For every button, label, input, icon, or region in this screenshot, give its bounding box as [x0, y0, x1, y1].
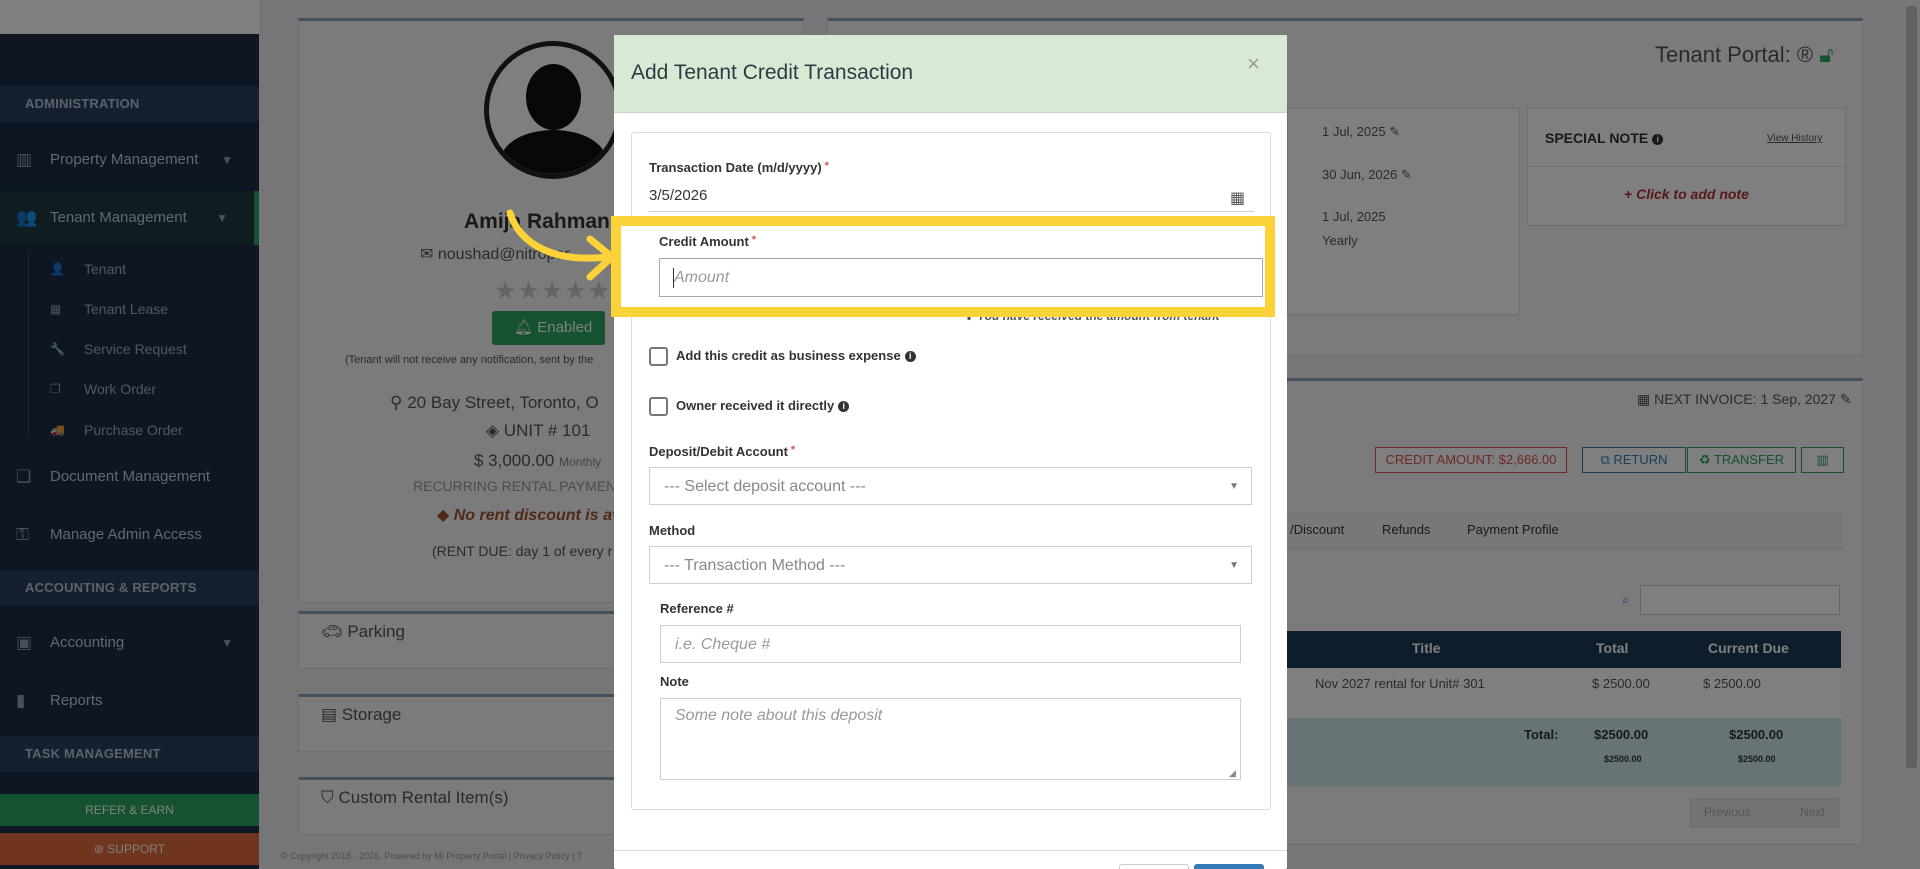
credit-label-text: Credit Amount	[659, 234, 749, 249]
save-button[interactable]	[1194, 864, 1264, 869]
account-select-value: --- Select deposit account ---	[664, 478, 866, 495]
cancel-button[interactable]	[1119, 864, 1189, 869]
account-label: Deposit/Debit Account *	[649, 444, 795, 459]
note-label: Note	[660, 674, 689, 689]
required-mark: *	[824, 160, 829, 172]
date-input[interactable]: 3/5/2026	[649, 187, 707, 204]
credit-amount-label: Credit Amount *	[659, 234, 756, 249]
date-label: Transaction Date (m/d/yyyy) *	[649, 160, 829, 175]
credit-amount-input[interactable]: Amount	[659, 258, 1263, 297]
credit-placeholder: Amount	[674, 269, 730, 286]
resize-handle-icon[interactable]: ◢	[1229, 768, 1236, 779]
modal-header: Add Tenant Credit Transaction ×	[614, 35, 1287, 113]
transaction-method-select[interactable]: --- Transaction Method --- ▼	[649, 546, 1252, 584]
add-credit-modal: Add Tenant Credit Transaction × Transact…	[614, 35, 1287, 869]
method-label: Method	[649, 523, 696, 538]
caret-down-icon: ▼	[1229, 481, 1239, 492]
required-mark: *	[751, 234, 757, 246]
owner-received-label: Owner received it directly i	[676, 398, 850, 413]
required-mark: *	[790, 444, 796, 456]
modal-footer-divider	[614, 850, 1287, 851]
date-underline	[649, 211, 1254, 212]
note-textarea[interactable]: Some note about this deposit	[660, 698, 1241, 780]
business-expense-label: Add this credit as business expense i	[676, 348, 916, 363]
close-icon[interactable]: ×	[1247, 51, 1260, 77]
expense-label-text: Add this credit as business expense	[676, 348, 901, 363]
business-expense-checkbox[interactable]	[649, 347, 668, 366]
reference-label: Reference #	[660, 601, 734, 616]
method-select-value: --- Transaction Method ---	[664, 557, 846, 574]
credit-amount-highlight: Credit Amount * Amount	[611, 216, 1275, 317]
info-icon: i	[838, 401, 850, 413]
text-cursor	[673, 268, 674, 288]
pointer-arrow-icon	[506, 209, 616, 281]
caret-down-icon: ▼	[1229, 560, 1239, 571]
reference-input[interactable]: i.e. Cheque #	[660, 625, 1241, 663]
info-icon: i	[904, 351, 916, 363]
owner-received-checkbox[interactable]	[649, 397, 668, 416]
calendar-icon[interactable]: ▦	[1230, 188, 1245, 208]
modal-title: Add Tenant Credit Transaction	[631, 61, 914, 84]
account-label-text: Deposit/Debit Account	[649, 444, 788, 459]
deposit-account-select[interactable]: --- Select deposit account --- ▼	[649, 467, 1252, 505]
date-label-text: Transaction Date (m/d/yyyy)	[649, 160, 822, 175]
owner-label-text: Owner received it directly	[676, 398, 835, 413]
